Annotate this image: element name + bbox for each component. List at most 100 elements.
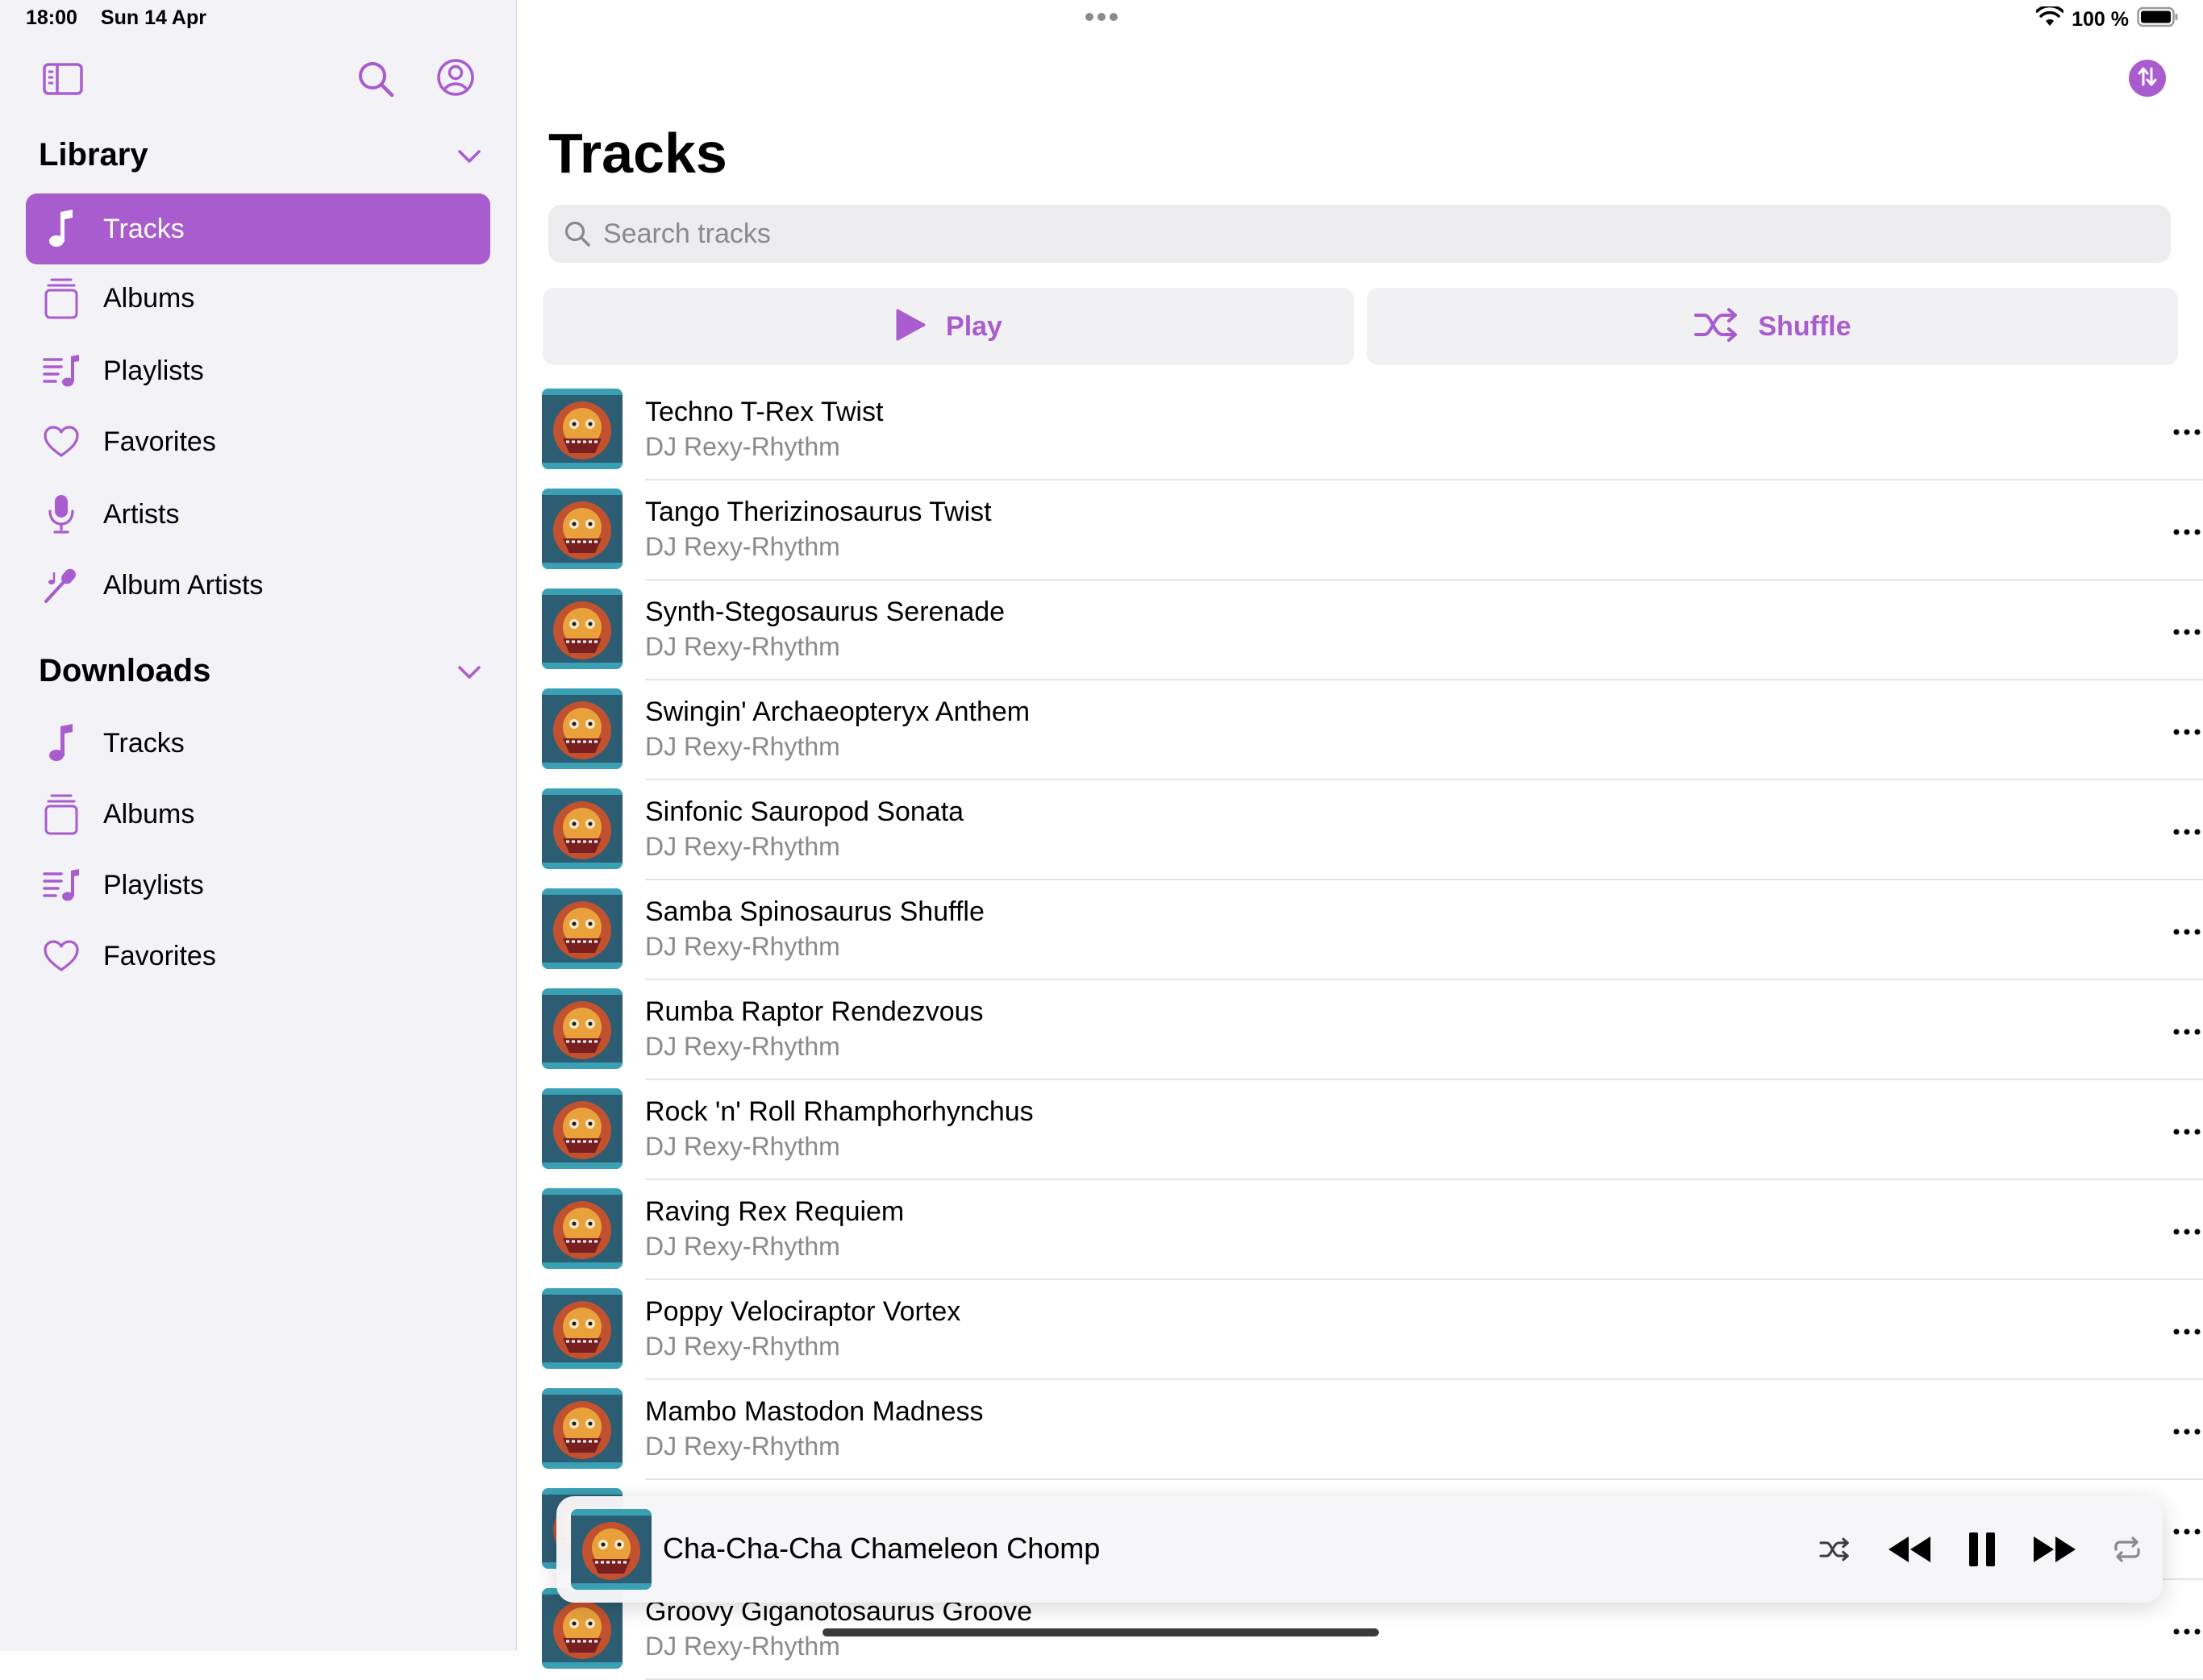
- more-options-icon[interactable]: [2155, 916, 2203, 948]
- sidebar-item-downloads-playlists[interactable]: Playlists: [26, 850, 490, 921]
- sidebar-item-downloads-tracks[interactable]: Tracks: [26, 708, 490, 779]
- sidebar-item-library-favorites[interactable]: Favorites: [26, 406, 490, 477]
- album-art: [542, 788, 623, 869]
- repeat-icon[interactable]: [2105, 1527, 2150, 1572]
- downloads-section-title[interactable]: Downloads: [39, 653, 210, 689]
- chevron-down-icon[interactable]: [456, 664, 482, 684]
- track-title: Raving Rex Requiem: [645, 1196, 905, 1227]
- sidebar-item-library-artists[interactable]: Artists: [26, 479, 490, 550]
- album-art: [542, 688, 623, 769]
- more-options-icon[interactable]: [2155, 1316, 2203, 1348]
- status-time-date: 18:00 Sun 14 Apr: [26, 6, 224, 30]
- track-title: Poppy Velociraptor Vortex: [645, 1296, 961, 1327]
- track-artist: DJ Rexy-Rhythm: [645, 732, 840, 761]
- album-art: [542, 1088, 623, 1169]
- sidebar: Library Tracks Albums Playlists Favorite…: [0, 0, 517, 1651]
- mini-player[interactable]: Cha-Cha-Cha Chameleon Chomp: [556, 1496, 2163, 1603]
- sidebar-item-label: Albums: [103, 798, 195, 830]
- track-row[interactable]: Poppy Velociraptor Vortex DJ Rexy-Rhythm: [542, 1280, 2203, 1380]
- sidebar-item-downloads-albums[interactable]: Albums: [26, 779, 490, 850]
- music-note-icon: [39, 206, 84, 252]
- rewind-icon[interactable]: [1879, 1527, 1940, 1572]
- status-bar: 18:00 Sun 14 Apr 100 %: [0, 0, 2203, 37]
- track-row[interactable]: Samba Spinosaurus Shuffle DJ Rexy-Rhythm: [542, 880, 2203, 980]
- more-options-icon[interactable]: [2155, 1016, 2203, 1048]
- track-row[interactable]: Synth-Stegosaurus Serenade DJ Rexy-Rhythm: [542, 580, 2203, 680]
- sidebar-item-library-album-artists[interactable]: Album Artists: [26, 550, 490, 621]
- track-artist: DJ Rexy-Rhythm: [645, 1032, 840, 1061]
- more-options-icon[interactable]: [2155, 1616, 2203, 1648]
- chevron-down-icon[interactable]: [456, 148, 482, 168]
- sidebar-item-label: Tracks: [103, 213, 185, 244]
- track-title: Sinfonic Sauropod Sonata: [645, 796, 964, 827]
- album-art: [542, 588, 623, 669]
- more-options-icon[interactable]: [2155, 1416, 2203, 1448]
- sidebar-item-downloads-favorites[interactable]: Favorites: [26, 921, 490, 992]
- sidebar-item-label: Playlists: [103, 869, 204, 900]
- search-input[interactable]: Search tracks: [548, 205, 2171, 263]
- sidebar-item-library-playlists[interactable]: Playlists: [26, 335, 490, 406]
- track-title: Mambo Mastodon Madness: [645, 1396, 984, 1427]
- page-title: Tracks: [548, 122, 727, 185]
- playlist-icon: [39, 348, 84, 393]
- more-options-icon[interactable]: [2155, 716, 2203, 748]
- album-art: [542, 988, 623, 1069]
- track-title: Swingin' Archaeopteryx Anthem: [645, 697, 1031, 727]
- sidebar-toggle-icon[interactable]: [42, 61, 84, 101]
- track-row[interactable]: Tango Therizinosaurus Twist DJ Rexy-Rhyth…: [542, 480, 2203, 580]
- track-row[interactable]: Raving Rex Requiem DJ Rexy-Rhythm: [542, 1180, 2203, 1280]
- track-title: Tango Therizinosaurus Twist: [645, 497, 992, 527]
- search-icon: [561, 218, 593, 250]
- track-title: Synth-Stegosaurus Serenade: [645, 597, 1006, 627]
- search-icon[interactable]: [356, 60, 395, 102]
- more-options-icon[interactable]: [2155, 816, 2203, 848]
- play-button[interactable]: Play: [543, 288, 1354, 365]
- shuffle-icon: [1693, 307, 1739, 347]
- album-art: [542, 489, 623, 569]
- library-section-title[interactable]: Library: [39, 137, 148, 173]
- sort-arrows-icon: [2135, 64, 2159, 93]
- sidebar-item-label: Playlists: [103, 355, 204, 386]
- track-artist: DJ Rexy-Rhythm: [645, 1432, 840, 1461]
- microphone-icon: [39, 492, 84, 537]
- sidebar-item-label: Albums: [103, 282, 195, 314]
- sort-button[interactable]: [2129, 60, 2166, 97]
- track-artist: DJ Rexy-Rhythm: [645, 832, 840, 861]
- more-options-icon[interactable]: [2155, 416, 2203, 448]
- fast-forward-icon[interactable]: [2024, 1527, 2085, 1572]
- track-row[interactable]: Mambo Mastodon Madness DJ Rexy-Rhythm: [542, 1380, 2203, 1480]
- account-icon[interactable]: [436, 58, 475, 101]
- track-title: Rumba Raptor Rendezvous: [645, 996, 984, 1027]
- track-artist: DJ Rexy-Rhythm: [645, 1632, 840, 1661]
- battery-icon: [2137, 6, 2179, 33]
- heart-icon: [39, 934, 84, 979]
- sidebar-item-library-tracks[interactable]: Tracks: [26, 193, 490, 264]
- track-artist: DJ Rexy-Rhythm: [645, 532, 840, 561]
- more-options-icon[interactable]: [2155, 516, 2203, 548]
- sidebar-item-label: Favorites: [103, 426, 216, 457]
- more-options-icon[interactable]: [2155, 1116, 2203, 1148]
- play-label: Play: [946, 310, 1002, 342]
- track-artist: DJ Rexy-Rhythm: [645, 1132, 840, 1161]
- shuffle-icon[interactable]: [1812, 1527, 1857, 1572]
- pause-icon[interactable]: [1959, 1527, 2005, 1572]
- music-note-icon: [39, 721, 84, 766]
- album-art[interactable]: [571, 1509, 652, 1590]
- track-artist: DJ Rexy-Rhythm: [645, 632, 840, 661]
- track-artist: DJ Rexy-Rhythm: [645, 932, 840, 961]
- sidebar-item-library-albums[interactable]: Albums: [26, 263, 490, 334]
- status-date: Sun 14 Apr: [100, 6, 206, 29]
- track-row[interactable]: Swingin' Archaeopteryx Anthem DJ Rexy-Rhy…: [542, 680, 2203, 780]
- shuffle-button[interactable]: Shuffle: [1367, 288, 2178, 365]
- track-row[interactable]: Sinfonic Sauropod Sonata DJ Rexy-Rhythm: [542, 780, 2203, 880]
- album-stack-icon: [39, 792, 84, 837]
- playlist-icon: [39, 863, 84, 908]
- track-row[interactable]: Techno T-Rex Twist DJ Rexy-Rhythm: [542, 380, 2203, 480]
- track-row[interactable]: Rock 'n' Roll Rhamphorhynchus DJ Rexy-Rhy…: [542, 1080, 2203, 1180]
- track-title: Techno T-Rex Twist: [645, 397, 884, 427]
- track-row[interactable]: Rumba Raptor Rendezvous DJ Rexy-Rhythm: [542, 980, 2203, 1080]
- more-options-icon[interactable]: [2155, 616, 2203, 648]
- multitasking-dots-icon[interactable]: [1084, 11, 1119, 27]
- more-options-icon[interactable]: [2155, 1216, 2203, 1248]
- album-art: [542, 888, 623, 969]
